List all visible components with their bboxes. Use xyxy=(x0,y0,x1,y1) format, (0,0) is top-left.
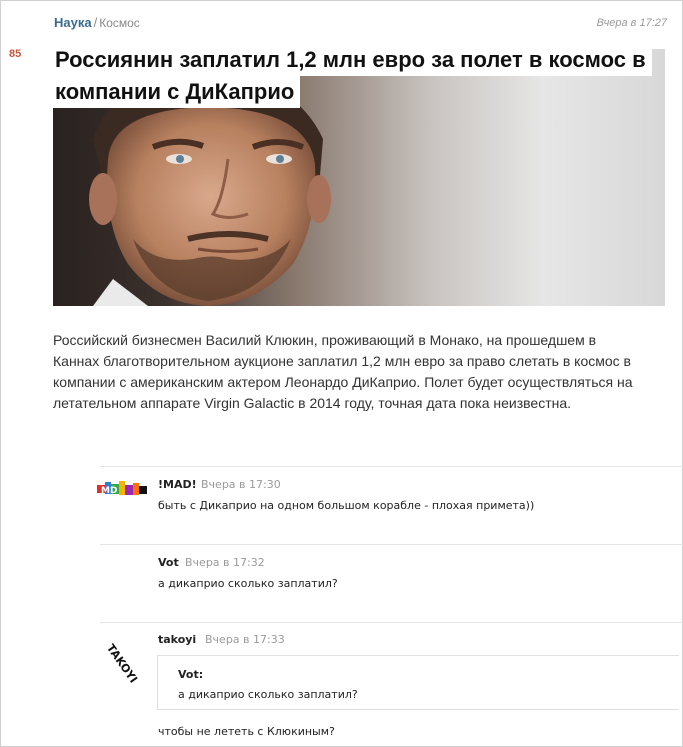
comment-divider xyxy=(100,544,683,545)
svg-text:MD: MD xyxy=(101,486,117,496)
category-link[interactable]: Наука xyxy=(54,15,92,30)
quote-block: Vot: а дикаприо сколько заплатил? xyxy=(157,655,679,710)
quote-author: Vot: xyxy=(178,668,204,681)
comment-text: чтобы не лететь с Клюкиным? xyxy=(158,725,335,738)
comment-divider xyxy=(100,466,683,467)
subcategory-link[interactable]: Космос xyxy=(99,16,140,30)
breadcrumb: Наука / Космос xyxy=(54,15,140,30)
breadcrumb-separator: / xyxy=(93,15,98,30)
takoyi-text-logo-icon[interactable]: TAKOYI xyxy=(98,636,143,686)
lead-line-4: летательном аппарате Virgin Galactic в 2… xyxy=(53,395,572,411)
article-lead: Российский бизнесмен Василий Клюкин, про… xyxy=(53,330,671,414)
title-line-1[interactable]: Россиянин заплатил 1,2 млн евро за полет… xyxy=(53,44,652,76)
lead-line-1: Российский бизнесмен Василий Клюкин, про… xyxy=(53,332,597,348)
lead-line-3: компании с американским актером Леонардо… xyxy=(53,374,633,390)
comment-author[interactable]: !MAD! xyxy=(158,478,197,491)
title-line-2[interactable]: компании с ДиКаприо xyxy=(53,76,301,108)
comment-author[interactable]: takoyi xyxy=(158,633,196,646)
svg-text:TAKOYI: TAKOYI xyxy=(104,642,140,684)
lead-line-2: Каннах благотворительном аукционе заплат… xyxy=(53,353,631,369)
comment-divider xyxy=(100,622,683,623)
comment-text: а дикаприо сколько заплатил? xyxy=(158,577,338,590)
article-title[interactable]: Россиянин заплатил 1,2 млн евро за полет… xyxy=(53,44,665,108)
comment-author[interactable]: Vot xyxy=(158,556,179,569)
post-timestamp: Вчера в 17:27 xyxy=(596,17,667,29)
comment-text: быть с Дикаприо на одном большом корабле… xyxy=(158,499,535,512)
quote-text: а дикаприо сколько заплатил? xyxy=(178,688,358,701)
colorful-logo-icon[interactable]: MD xyxy=(97,479,147,499)
comment-time: Вчера в 17:32 xyxy=(185,556,265,569)
comment-time: Вчера в 17:33 xyxy=(205,633,285,646)
comment-time: Вчера в 17:30 xyxy=(201,478,281,491)
post-score: 85 xyxy=(9,48,22,60)
